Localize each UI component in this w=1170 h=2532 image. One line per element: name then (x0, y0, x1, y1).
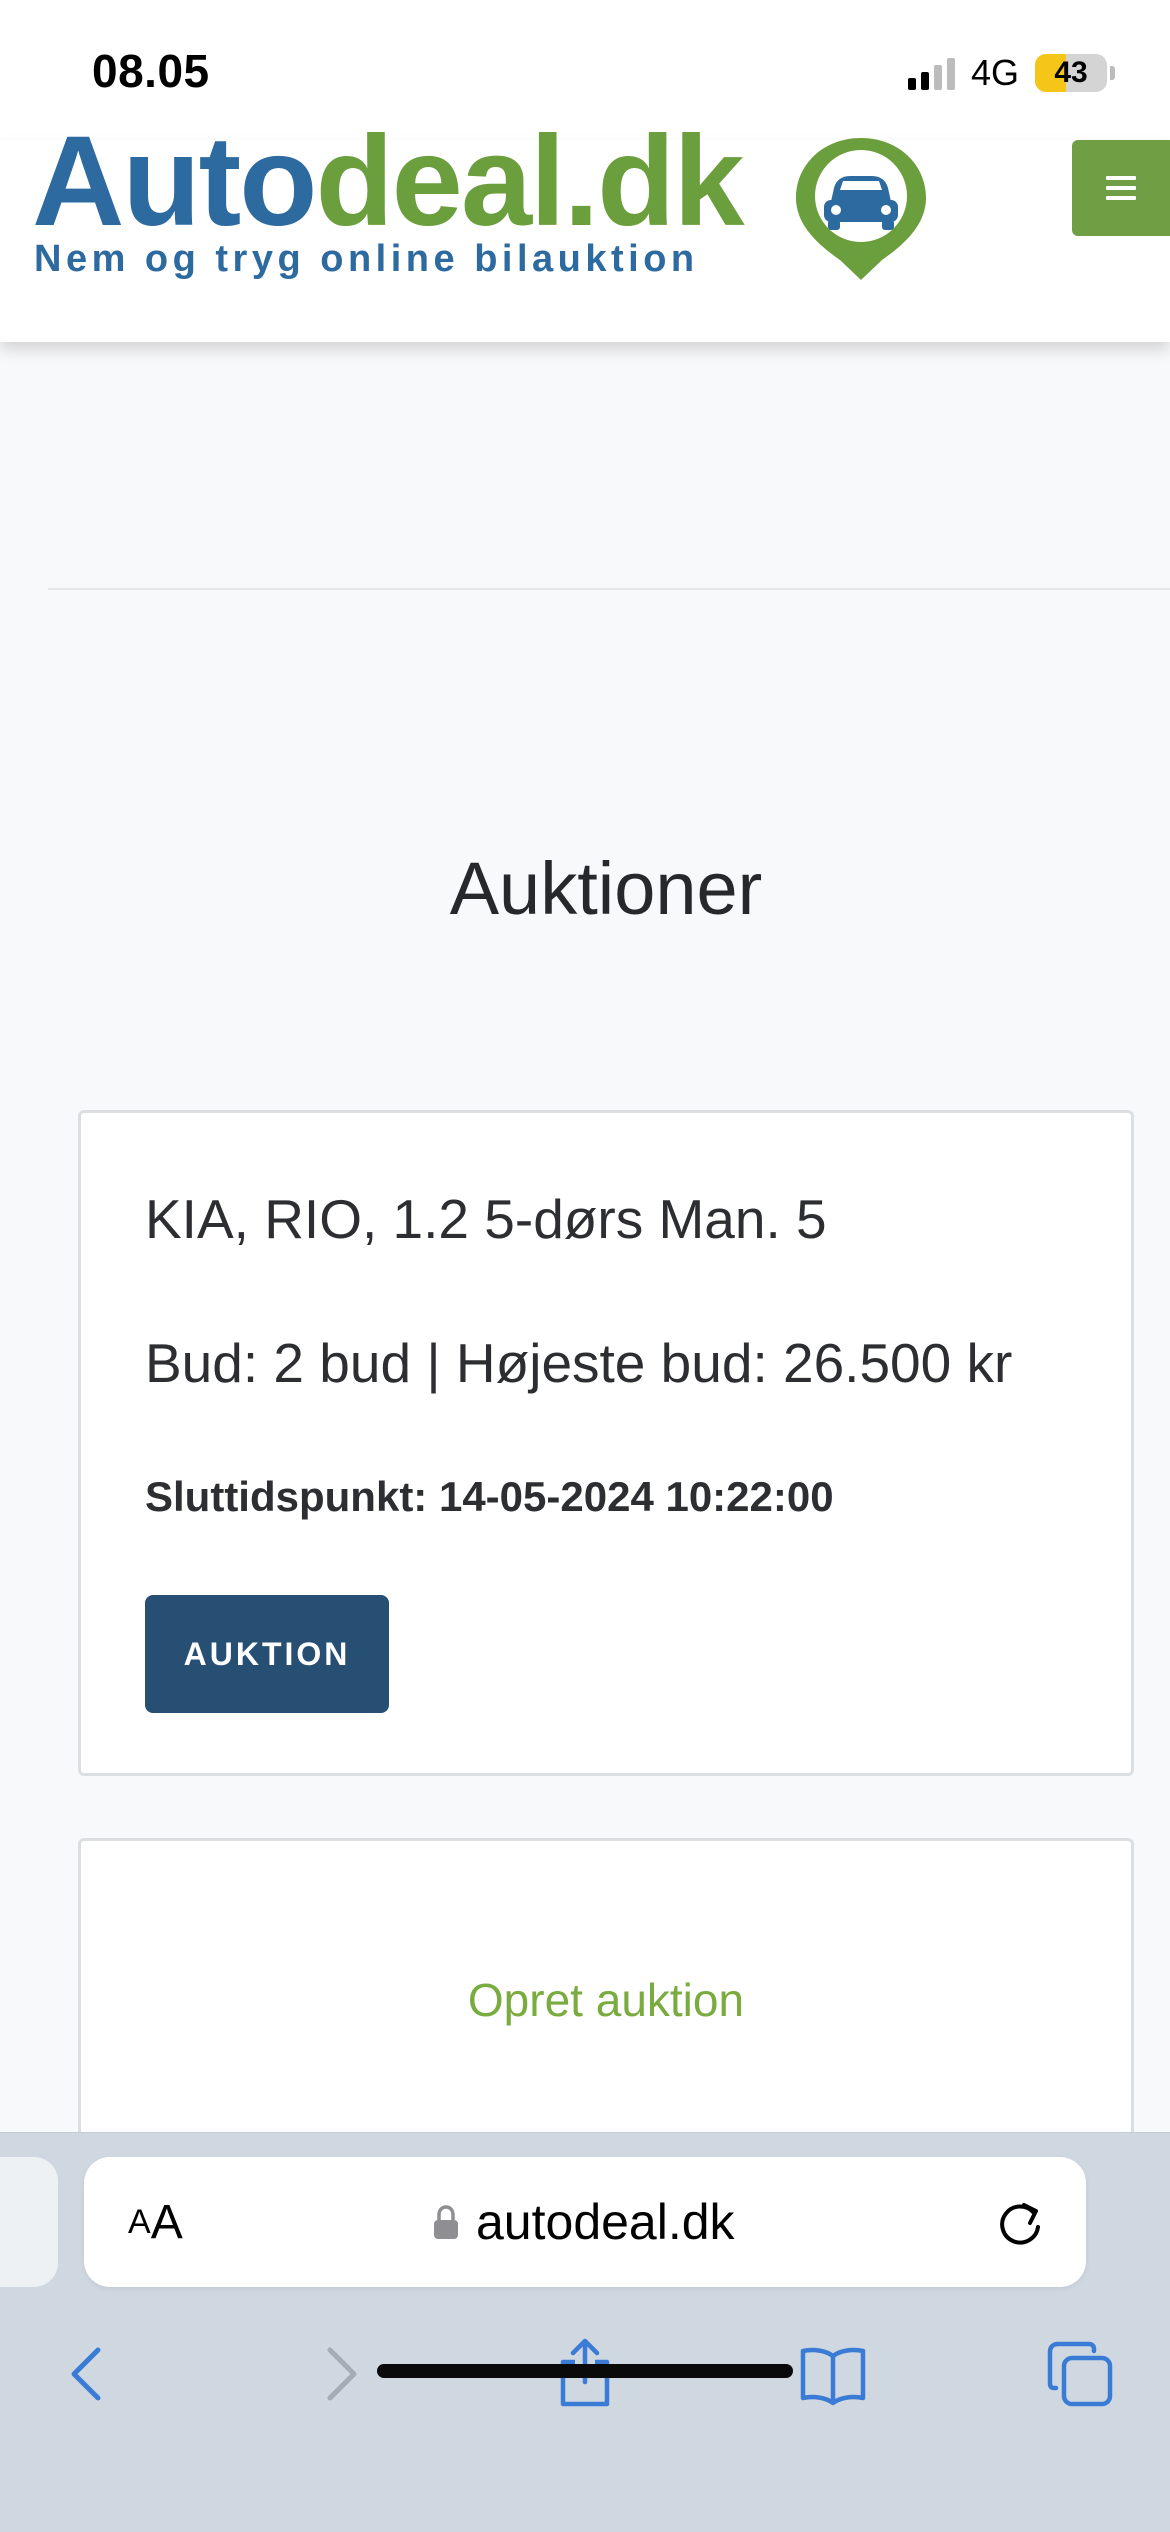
logo-wordmark-auto: Auto (32, 110, 317, 253)
reload-icon[interactable] (994, 2197, 1046, 2249)
battery-icon: 43 (1035, 54, 1107, 92)
status-time: 08.05 (92, 45, 210, 97)
auction-end-time: Sluttidspunkt: 14-05-2024 10:22:00 (145, 1473, 834, 1520)
status-indicators: 4G 43 (907, 52, 1115, 94)
auction-card: KIA, RIO, 1.2 5-dørs Man. 5 Bud: 2 bud |… (78, 1110, 1134, 1776)
site-header: Autodeal.dk Nem og tryg online bilauktio… (0, 118, 1170, 342)
cellular-signal-icon (907, 56, 955, 90)
back-icon (71, 2347, 101, 2401)
forward-button[interactable] (290, 2319, 390, 2429)
back-button[interactable] (38, 2319, 138, 2429)
section-divider (48, 588, 1170, 590)
tabs-button[interactable] (1030, 2319, 1130, 2429)
logo-wordmark: Autodeal.dk (32, 118, 745, 246)
bookmarks-icon (800, 2347, 866, 2406)
logo-wordmark-deal: deal.dk (315, 110, 744, 253)
lock-icon (434, 2205, 458, 2239)
hamburger-menu-icon (1106, 176, 1136, 200)
battery-tip (1110, 66, 1115, 80)
battery-percentage: 43 (1054, 56, 1088, 89)
create-auction-link[interactable]: Opret auktion (81, 1973, 1131, 2027)
aa-small-letter: A (128, 2202, 151, 2241)
network-type: 4G (970, 52, 1019, 93)
bookmarks-button[interactable] (783, 2319, 883, 2429)
url-text: autodeal.dk (476, 2194, 735, 2250)
page-settings-button[interactable]: AA (128, 2157, 183, 2287)
site-logo[interactable]: Autodeal.dk Nem og tryg online bilauktio… (32, 118, 926, 290)
aa-big-letter: A (150, 2195, 183, 2249)
browser-toolbar-area: AA autodeal.dk (0, 2132, 1170, 2532)
home-indicator[interactable] (377, 2364, 793, 2378)
auction-bid-summary: Bud: 2 bud | Højeste bud: 26.500 kr (145, 1332, 1013, 1394)
forward-icon (327, 2347, 357, 2401)
previous-tab-preview[interactable] (0, 2157, 58, 2287)
address-bar[interactable]: AA autodeal.dk (84, 2157, 1086, 2287)
auction-button[interactable]: AUKTION (145, 1595, 389, 1713)
logo-tagline: Nem og tryg online bilauktion (34, 238, 699, 280)
location-pin-car-icon (796, 138, 926, 280)
page-title: Auktioner (449, 847, 763, 930)
menu-button[interactable] (1072, 140, 1170, 236)
auction-car-title: KIA, RIO, 1.2 5-dørs Man. 5 (145, 1188, 827, 1250)
tabs-icon (1047, 2341, 1113, 2407)
